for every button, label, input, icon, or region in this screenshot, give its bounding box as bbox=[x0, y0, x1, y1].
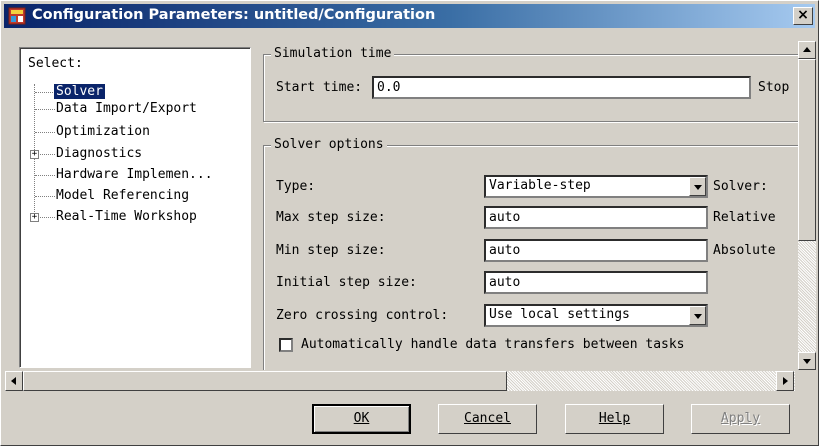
arrow-up-icon bbox=[803, 47, 811, 52]
arrow-down-icon bbox=[803, 359, 811, 364]
stop-time-label: Stop bbox=[758, 80, 790, 95]
start-time-input[interactable] bbox=[372, 76, 751, 99]
tree-item-model-referencing[interactable]: Model Referencing bbox=[54, 187, 191, 204]
max-step-size-label: Max step size: bbox=[276, 210, 386, 225]
tree-item-label: Hardware Implemen... bbox=[56, 167, 213, 182]
initial-step-size-input[interactable] bbox=[484, 271, 708, 294]
arrow-left-icon bbox=[11, 377, 16, 385]
tree-item-label: Data Import/Export bbox=[56, 101, 197, 116]
close-icon: × bbox=[797, 7, 809, 23]
ok-button-label: OK bbox=[353, 411, 370, 426]
start-time-label: Start time: bbox=[276, 80, 363, 95]
vertical-scrollbar[interactable] bbox=[798, 41, 816, 370]
help-button[interactable]: Help bbox=[565, 404, 664, 434]
auto-data-transfer-label: Automatically handle data transfers betw… bbox=[301, 337, 685, 352]
window-title: Configuration Parameters: untitled/Confi… bbox=[32, 7, 436, 23]
arrow-right-icon bbox=[783, 377, 788, 385]
simulation-time-group: Simulation time Start time: Stop bbox=[263, 46, 799, 122]
max-step-size-input[interactable] bbox=[484, 206, 708, 229]
close-button[interactable]: × bbox=[793, 7, 813, 25]
cancel-button[interactable]: Cancel bbox=[438, 404, 537, 434]
solver-settings-panel: Simulation time Start time: Stop Solver … bbox=[259, 41, 799, 370]
tree-branch-line bbox=[35, 92, 55, 93]
initial-step-size-label: Initial step size: bbox=[276, 275, 417, 290]
tree-header: Select: bbox=[28, 56, 83, 71]
zero-crossing-control-value: Use local settings bbox=[489, 307, 630, 322]
horizontal-scroll-thumb[interactable] bbox=[23, 371, 507, 391]
help-button-label: Help bbox=[598, 411, 631, 426]
expand-real-time-workshop-icon[interactable]: + bbox=[30, 213, 39, 222]
solver-type-value: Variable-step bbox=[489, 178, 591, 193]
tree-branch-line bbox=[35, 132, 55, 133]
type-label: Type: bbox=[276, 179, 316, 194]
scroll-left-button[interactable] bbox=[5, 371, 23, 391]
tree-item-optimization[interactable]: Optimization bbox=[54, 123, 152, 140]
chevron-down-icon bbox=[694, 185, 702, 190]
horizontal-scrollbar[interactable] bbox=[5, 371, 795, 391]
vertical-scroll-thumb[interactable] bbox=[798, 59, 816, 241]
min-step-size-label: Min step size: bbox=[276, 243, 386, 258]
apply-button: Apply bbox=[691, 404, 790, 434]
tree-branch-line bbox=[35, 175, 55, 176]
tree-item-label: Optimization bbox=[56, 124, 150, 139]
solver-type-select[interactable]: Variable-step bbox=[484, 175, 708, 198]
title-bar[interactable]: Configuration Parameters: untitled/Confi… bbox=[4, 4, 815, 28]
solver-options-legend: Solver options bbox=[271, 137, 387, 153]
solver-options-group: Solver options Type: Variable-step Solve… bbox=[263, 137, 799, 370]
config-dialog: Configuration Parameters: untitled/Confi… bbox=[0, 0, 819, 446]
tree-item-label: Model Referencing bbox=[56, 188, 190, 203]
relative-tolerance-label: Relative bbox=[713, 210, 776, 225]
scroll-down-button[interactable] bbox=[798, 352, 816, 370]
zero-crossing-control-select[interactable]: Use local settings bbox=[484, 304, 708, 327]
ok-button[interactable]: OK bbox=[312, 404, 411, 434]
scroll-up-button[interactable] bbox=[798, 41, 816, 59]
expand-diagnostics-icon[interactable]: + bbox=[30, 150, 39, 159]
min-step-size-input[interactable] bbox=[484, 239, 708, 262]
absolute-tolerance-label: Absolute bbox=[713, 243, 776, 258]
tree-item-data-import-export[interactable]: Data Import/Export bbox=[54, 100, 199, 117]
zero-crossing-control-label: Zero crossing control: bbox=[276, 308, 449, 323]
tree-branch-line bbox=[35, 196, 55, 197]
tree-item-solver[interactable]: Solver bbox=[54, 83, 105, 100]
tree-panel[interactable]: Select: Solver Data Import/Export Optimi… bbox=[19, 47, 251, 368]
apply-button-label: Apply bbox=[720, 411, 761, 426]
scroll-right-button[interactable] bbox=[776, 371, 794, 391]
tree-item-diagnostics[interactable]: Diagnostics bbox=[54, 145, 144, 162]
tree-item-real-time-workshop[interactable]: Real-Time Workshop bbox=[54, 208, 199, 225]
solver-label: Solver: bbox=[713, 179, 768, 194]
tree-item-label: Solver bbox=[54, 84, 105, 99]
dropdown-button[interactable] bbox=[689, 177, 706, 196]
simulink-config-icon bbox=[8, 7, 26, 25]
auto-data-transfer-checkbox[interactable] bbox=[279, 338, 293, 352]
tree-item-hardware-implementation[interactable]: Hardware Implemen... bbox=[54, 166, 215, 183]
tree-branch-line bbox=[35, 109, 55, 110]
tree-item-label: Real-Time Workshop bbox=[56, 209, 197, 224]
simulation-time-legend: Simulation time bbox=[271, 46, 395, 62]
chevron-down-icon bbox=[694, 314, 702, 319]
tree-item-label: Diagnostics bbox=[56, 146, 143, 161]
dropdown-button[interactable] bbox=[689, 306, 706, 325]
cancel-button-label: Cancel bbox=[464, 411, 511, 426]
